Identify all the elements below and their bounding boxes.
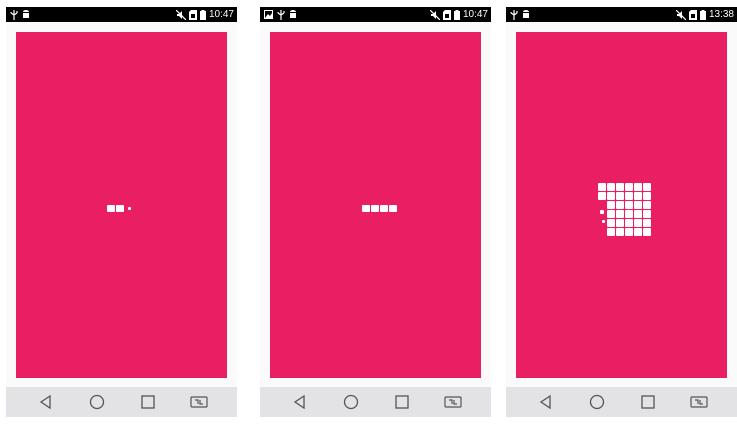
loader-square [616, 228, 624, 236]
loading-indicator [362, 205, 398, 213]
loading-indicator [598, 183, 654, 238]
phone-screen-1: 10:47 [6, 7, 237, 417]
loader-square [643, 210, 651, 218]
usb-icon [510, 9, 518, 20]
usb-icon [277, 9, 285, 20]
mute-icon [175, 9, 186, 20]
loader-square [607, 228, 615, 236]
status-clock: 10:47 [208, 9, 234, 20]
loader-square [643, 228, 651, 236]
back-icon [39, 394, 51, 410]
recents-button[interactable] [394, 394, 410, 410]
loader-square [598, 192, 606, 200]
dual-window-icon [690, 396, 708, 408]
recents-icon [395, 395, 409, 409]
recents-button[interactable] [640, 394, 656, 410]
android-debug-icon [23, 10, 29, 18]
splash-content [516, 32, 727, 378]
image-icon [264, 10, 273, 19]
loader-square [389, 205, 397, 212]
loader-square [634, 228, 642, 236]
loader-square [634, 183, 642, 191]
loader-square [362, 205, 370, 212]
navigation-bar [260, 387, 491, 417]
loader-square [634, 192, 642, 200]
loader-square [625, 228, 633, 236]
battery-icon [199, 9, 206, 20]
loader-square [625, 183, 633, 191]
loader-square [643, 183, 651, 191]
recents-icon [141, 395, 155, 409]
loader-square [625, 210, 633, 218]
loader-square [616, 210, 624, 218]
mute-icon [429, 9, 440, 20]
sim-icon [688, 9, 697, 20]
loader-dot [600, 210, 604, 214]
loader-square [380, 205, 388, 212]
status-bar: 10:47 [260, 7, 491, 22]
loader-square [607, 210, 615, 218]
home-button[interactable] [589, 394, 605, 410]
android-debug-icon [523, 10, 529, 18]
dual-window-icon [190, 396, 208, 408]
loader-square [643, 219, 651, 227]
recents-icon [641, 395, 655, 409]
dual-window-button[interactable] [190, 394, 208, 410]
back-button[interactable] [292, 394, 308, 410]
loader-square [607, 201, 615, 209]
loader-square [371, 205, 379, 212]
loader-dot [602, 220, 605, 223]
back-button[interactable] [538, 394, 554, 410]
loader-square [643, 201, 651, 209]
loader-square [616, 201, 624, 209]
dual-window-button[interactable] [690, 394, 708, 410]
android-debug-icon [290, 10, 296, 18]
loader-square [107, 205, 115, 212]
loader-square [607, 183, 615, 191]
home-icon [589, 394, 605, 410]
sim-icon [442, 9, 451, 20]
recents-button[interactable] [140, 394, 156, 410]
battery-icon [453, 9, 460, 20]
status-bar: 13:38 [506, 7, 737, 22]
mute-icon [675, 9, 686, 20]
dual-window-button[interactable] [444, 394, 462, 410]
loader-square [634, 210, 642, 218]
navigation-bar [6, 387, 237, 417]
loader-square [607, 192, 615, 200]
splash-content [270, 32, 481, 378]
phone-screen-3: 13:38 [506, 7, 737, 417]
sim-icon [188, 9, 197, 20]
loader-square [616, 192, 624, 200]
loader-dot [128, 207, 131, 210]
loader-square [116, 205, 124, 212]
dual-window-icon [444, 396, 462, 408]
loader-square [598, 183, 606, 191]
loader-square [625, 201, 633, 209]
home-icon [89, 394, 105, 410]
loader-square [625, 192, 633, 200]
loading-indicator [107, 205, 133, 213]
home-button[interactable] [343, 394, 359, 410]
status-clock: 13:38 [708, 9, 734, 20]
status-bar: 10:47 [6, 7, 237, 22]
home-icon [343, 394, 359, 410]
back-icon [293, 394, 305, 410]
home-button[interactable] [89, 394, 105, 410]
splash-content [16, 32, 227, 378]
back-icon [539, 394, 551, 410]
loader-square [616, 219, 624, 227]
battery-icon [699, 9, 706, 20]
loader-square [625, 219, 633, 227]
loader-square [607, 219, 615, 227]
phone-screen-2: 10:47 [260, 7, 491, 417]
loader-square [643, 192, 651, 200]
back-button[interactable] [38, 394, 54, 410]
status-clock: 10:47 [462, 9, 488, 20]
loader-square [616, 183, 624, 191]
usb-icon [10, 9, 18, 20]
navigation-bar [506, 387, 737, 417]
loader-square [634, 201, 642, 209]
loader-square [634, 219, 642, 227]
